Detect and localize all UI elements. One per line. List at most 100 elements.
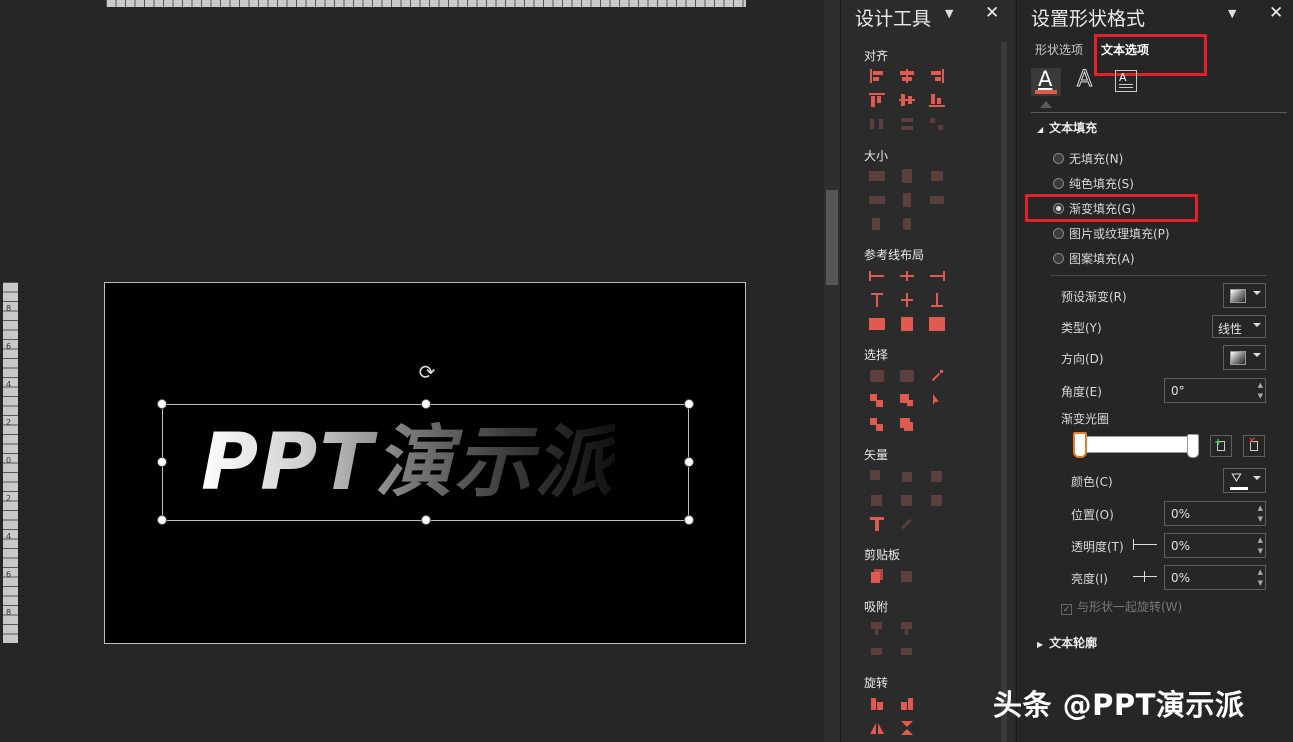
section-guides: 参考线布局 [864, 248, 925, 262]
pane-menu-icon[interactable]: ▼ [1228, 7, 1236, 20]
select-same-icon[interactable] [898, 392, 916, 408]
size-icon [868, 192, 886, 208]
section-rotate: 旋转 [864, 676, 889, 690]
slide-title-text[interactable]: PPT演示派 [201, 415, 615, 511]
distribute-horizontal-icon [868, 116, 886, 132]
select-same-icon[interactable] [868, 392, 886, 408]
brightness-input[interactable]: 0% ▲ ▼ [1164, 565, 1266, 590]
slide[interactable]: ⟳ PPT演示派 [104, 282, 746, 644]
slide-canvas-area: 8 6 4 2 0 2 4 6 8 ⟳ PPT演示派 [0, 0, 824, 742]
transparency-slider[interactable] [1133, 544, 1157, 545]
text-tool-icon[interactable] [868, 516, 886, 532]
select-icon [868, 368, 886, 384]
align-right-icon[interactable] [928, 68, 946, 84]
distribute-vertical-icon [898, 116, 916, 132]
resize-handle-bottom-right[interactable] [684, 515, 694, 525]
remove-gradient-stop-icon[interactable]: ✕ [1243, 435, 1265, 457]
vertical-ruler: 8 6 4 2 0 2 4 6 8 [3, 282, 18, 643]
guide-top-icon[interactable] [868, 292, 886, 308]
guide-bottom-icon[interactable] [928, 292, 946, 308]
tab-shape-options[interactable]: 形状选项 [1035, 41, 1083, 58]
watermark: 头条 @PPT演示派 [993, 688, 1245, 722]
same-size-icon [928, 168, 946, 184]
text-effects-icon[interactable]: A [1071, 67, 1101, 96]
gradient-stop[interactable] [1187, 434, 1199, 458]
close-icon[interactable]: ✕ [1269, 3, 1283, 23]
align-center-icon[interactable] [898, 68, 916, 84]
align-top-icon[interactable] [868, 92, 886, 108]
gradient-stop-selected[interactable] [1073, 432, 1087, 458]
rotate-right-icon[interactable] [898, 696, 916, 712]
guide-center-icon[interactable] [898, 268, 916, 284]
resize-handle-bottom-left[interactable] [157, 515, 167, 525]
rotate-with-shape-checkbox: ✓ 与形状一起旋转(W) [1061, 600, 1183, 615]
position-label: 位置(O) [1071, 508, 1114, 522]
add-gradient-stop-icon[interactable]: + [1210, 435, 1232, 457]
guide-grid-icon[interactable] [928, 316, 946, 332]
resize-handle-top-left[interactable] [157, 399, 167, 409]
flip-horizontal-icon[interactable] [868, 720, 886, 736]
text-fill-outline-icon[interactable]: A [1031, 67, 1061, 96]
guide-layout-icon[interactable] [898, 316, 916, 332]
radio-picture-fill[interactable]: 图片或纹理填充(P) [1053, 225, 1170, 241]
text-box-icon[interactable]: A [1111, 68, 1141, 96]
gradient-stops-bar[interactable] [1081, 436, 1197, 453]
align-bottom-icon[interactable] [928, 92, 946, 108]
align-middle-icon[interactable] [898, 92, 916, 108]
flip-vertical-icon[interactable] [898, 720, 916, 736]
direction-dropdown[interactable] [1223, 345, 1266, 370]
align-left-icon[interactable] [868, 68, 886, 84]
design-tools-pane: 设计工具 ▼ ✕ 对齐 大小 参考线布局 选择 矢量 剪贴板 吸附 旋转 [840, 0, 1015, 742]
ruler-label: 8 [6, 608, 12, 617]
type-dropdown[interactable]: 线性 [1212, 315, 1266, 338]
select-icon[interactable] [898, 416, 916, 432]
guide-middle-icon[interactable] [898, 292, 916, 308]
resize-handle-top-right[interactable] [684, 399, 694, 409]
select-icon[interactable] [868, 416, 886, 432]
close-icon[interactable]: ✕ [985, 3, 999, 23]
highlight-box [1025, 194, 1198, 222]
selected-text-box[interactable]: PPT演示派 [157, 399, 694, 525]
guide-layout-icon[interactable] [868, 316, 886, 332]
same-width-icon [868, 168, 886, 184]
text-fill-header[interactable]: ◢ 文本填充 [1037, 119, 1097, 136]
size-icon [898, 192, 916, 208]
radio-solid-fill[interactable]: 纯色填充(S) [1053, 175, 1134, 191]
rotate-left-icon[interactable] [868, 696, 886, 712]
angle-input[interactable]: 0° ▲ ▼ [1164, 378, 1266, 403]
design-pane-scrollbar[interactable] [1001, 42, 1007, 742]
intersect-icon [868, 492, 886, 508]
position-input[interactable]: 0% ▲ ▼ [1164, 501, 1266, 526]
ruler-label: 2 [6, 418, 12, 427]
resize-handle-bottom[interactable] [421, 515, 431, 525]
ruler-label: 8 [6, 304, 12, 313]
distribute-grid-icon [928, 116, 946, 132]
pane-menu-icon[interactable]: ▼ [945, 7, 953, 20]
resize-handle-right[interactable] [684, 457, 694, 467]
brightness-slider[interactable] [1133, 576, 1157, 577]
resize-handle-top[interactable] [421, 399, 431, 409]
preset-gradient-dropdown[interactable] [1223, 283, 1266, 308]
transparency-slider-thumb[interactable] [1133, 539, 1134, 550]
guide-right-icon[interactable] [928, 268, 946, 284]
radio-no-fill[interactable]: 无填充(N) [1053, 150, 1123, 166]
rotate-handle-icon[interactable]: ⟳ [416, 361, 438, 383]
magic-wand-icon[interactable] [928, 368, 946, 384]
snap-icon [868, 644, 886, 660]
radio-pattern-fill[interactable]: 图案填充(A) [1053, 250, 1135, 266]
size-icon [928, 192, 946, 208]
ruler-label: 4 [6, 380, 12, 389]
text-outline-header[interactable]: ▶ 文本轮廓 [1037, 634, 1097, 651]
scrollbar-thumb[interactable] [826, 190, 838, 285]
transparency-input[interactable]: 0% ▲ ▼ [1164, 533, 1266, 558]
direction-label: 方向(D) [1061, 352, 1104, 366]
brightness-slider-thumb[interactable] [1144, 571, 1145, 582]
pointer-icon[interactable] [928, 392, 946, 408]
guide-left-icon[interactable] [868, 268, 886, 284]
resize-handle-left[interactable] [157, 457, 167, 467]
ruler-label: 6 [6, 342, 12, 351]
section-size: 大小 [864, 149, 889, 163]
canvas-scrollbar[interactable] [824, 0, 840, 742]
copy-icon[interactable] [868, 568, 886, 584]
color-picker-dropdown[interactable]: ⛛ [1223, 468, 1266, 493]
